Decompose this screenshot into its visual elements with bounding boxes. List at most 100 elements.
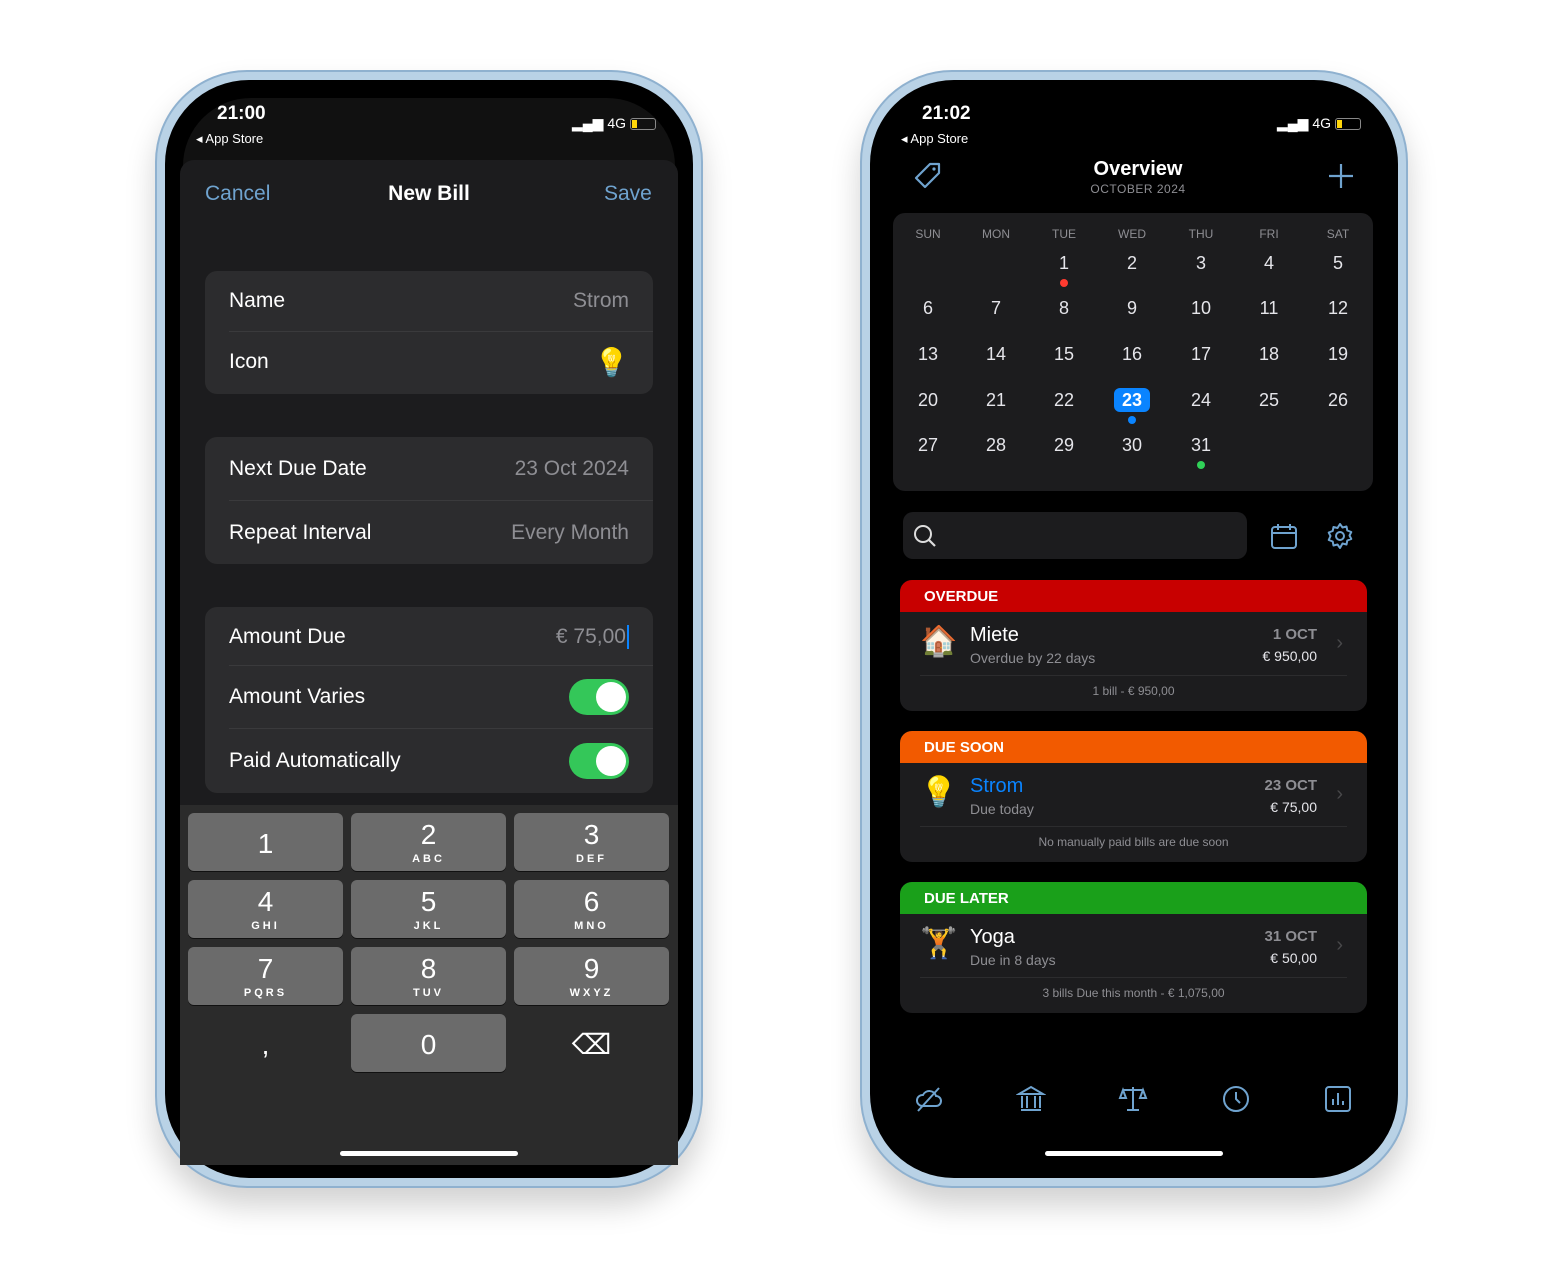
weekday-mon: MON xyxy=(982,227,1010,241)
home-indicator xyxy=(340,1151,518,1156)
next-due-date-field[interactable]: Next Due Date 23 Oct 2024 xyxy=(229,439,629,499)
label: Next Due Date xyxy=(229,457,367,480)
calendar-day[interactable]: 12 xyxy=(1318,298,1358,319)
calendar-day[interactable]: 4 xyxy=(1249,253,1289,274)
calendar-day[interactable]: 5 xyxy=(1318,253,1358,274)
calendar-day[interactable]: 18 xyxy=(1249,344,1289,365)
calendar-day[interactable]: 8 xyxy=(1044,298,1084,319)
calendar-day[interactable]: 28 xyxy=(976,435,1016,456)
no-cloud-icon[interactable] xyxy=(914,1084,944,1114)
key-4[interactable]: 5 JKL xyxy=(351,880,506,938)
repeat-interval-field[interactable]: Repeat Interval Every Month xyxy=(229,503,629,563)
calendar-day[interactable]: 27 xyxy=(908,435,948,456)
key-0[interactable]: 1 xyxy=(188,813,343,871)
key-7[interactable]: 8 TUV xyxy=(351,947,506,1005)
calendar-day[interactable]: 29 xyxy=(1044,435,1084,456)
calendar-day[interactable]: 23 xyxy=(1114,388,1150,412)
paid-automatically-toggle[interactable] xyxy=(569,743,629,779)
calendar-day[interactable]: 11 xyxy=(1249,298,1289,319)
bill-status: Due today xyxy=(970,801,1034,817)
calendar-day[interactable]: 26 xyxy=(1318,390,1358,411)
amount-due-field[interactable]: Amount Due € 75,00 xyxy=(229,607,629,667)
key-digit: 6 xyxy=(583,886,600,917)
search-input[interactable] xyxy=(903,512,1247,559)
plus-icon[interactable] xyxy=(1327,162,1355,190)
key-letters: MNO xyxy=(574,920,609,932)
save-button[interactable]: Save xyxy=(604,182,652,206)
calendar-day[interactable]: 25 xyxy=(1249,390,1289,411)
calendar-day[interactable]: 2 xyxy=(1112,253,1152,274)
divider xyxy=(920,826,1347,827)
calendar-day[interactable]: 14 xyxy=(976,344,1016,365)
section-header: DUE LATER xyxy=(900,882,1367,914)
key-11[interactable]: ⌫ xyxy=(514,1014,669,1072)
key-digit: 3 xyxy=(583,819,600,850)
calendar-day[interactable]: 3 xyxy=(1181,253,1221,274)
amount-input[interactable]: € 75,00 xyxy=(556,625,629,649)
calendar-day[interactable]: 16 xyxy=(1112,344,1152,365)
bill-icon: 🏠 xyxy=(920,625,958,658)
calendar-day[interactable]: 20 xyxy=(908,390,948,411)
name-field[interactable]: Name Strom xyxy=(229,271,629,331)
calendar-day[interactable]: 7 xyxy=(976,298,1016,319)
key-1[interactable]: 2 ABC xyxy=(351,813,506,871)
weekday-wed: WED xyxy=(1118,227,1146,241)
key-10[interactable]: 0 xyxy=(351,1014,506,1072)
section-header: OVERDUE xyxy=(900,580,1367,612)
calendar-day[interactable]: 21 xyxy=(976,390,1016,411)
due-date-value[interactable]: 23 Oct 2024 xyxy=(515,457,629,481)
calendar-day[interactable]: 10 xyxy=(1181,298,1221,319)
schedule-group: Next Due Date 23 Oct 2024 Repeat Interval… xyxy=(205,437,653,564)
calendar-day[interactable]: 1 xyxy=(1044,253,1084,274)
amount-varies-toggle[interactable] xyxy=(569,679,629,715)
calendar-day[interactable]: 24 xyxy=(1181,390,1221,411)
key-2[interactable]: 3 DEF xyxy=(514,813,669,871)
gear-icon[interactable] xyxy=(1325,521,1355,551)
key-9[interactable]: , xyxy=(188,1014,343,1072)
chart-icon[interactable] xyxy=(1323,1084,1353,1114)
page-title: New Bill xyxy=(388,182,470,205)
calendar-day[interactable]: 31 xyxy=(1181,435,1221,456)
scales-icon[interactable] xyxy=(1118,1084,1148,1114)
key-5[interactable]: 6 MNO xyxy=(514,880,669,938)
page-title: Overview xyxy=(1093,158,1183,180)
calendar-day[interactable]: 17 xyxy=(1181,344,1221,365)
calendar-day[interactable]: 30 xyxy=(1112,435,1152,456)
clock-icon[interactable] xyxy=(1221,1084,1251,1114)
calendar-day[interactable]: 9 xyxy=(1112,298,1152,319)
key-letters: JKL xyxy=(413,920,444,932)
key-digit: 9 xyxy=(583,953,600,984)
icon-field[interactable]: Icon 💡 xyxy=(229,332,629,392)
key-8[interactable]: 9 WXYZ xyxy=(514,947,669,1005)
key-letters: PQRS xyxy=(243,987,288,999)
calendar-icon[interactable] xyxy=(1270,522,1298,550)
repeat-value[interactable]: Every Month xyxy=(511,521,629,545)
label: Icon xyxy=(229,350,269,373)
calendar-day[interactable]: 22 xyxy=(1044,390,1084,411)
key-6[interactable]: 7 PQRS xyxy=(188,947,343,1005)
label: Amount Varies xyxy=(229,685,366,708)
weekday-sun: SUN xyxy=(915,227,941,241)
calendar-day[interactable]: 13 xyxy=(908,344,948,365)
network-type: 4G xyxy=(607,115,627,131)
calendar-day[interactable]: 19 xyxy=(1318,344,1358,365)
weekday-fri: FRI xyxy=(1259,227,1279,241)
signal-status: ▂▄▆ 4G xyxy=(572,115,656,132)
bank-icon[interactable] xyxy=(1016,1084,1046,1114)
label: Amount Due xyxy=(229,625,346,648)
back-to-app-store[interactable]: ◂ App Store xyxy=(196,131,263,147)
weekday-tue: TUE xyxy=(1052,227,1076,241)
bill-amount: € 50,00 xyxy=(1270,950,1317,966)
chevron-right-icon: › xyxy=(1336,632,1343,654)
status-time: 21:02 xyxy=(922,103,971,124)
network-type: 4G xyxy=(1312,115,1332,131)
back-to-app-store[interactable]: ◂ App Store xyxy=(901,131,968,147)
key-3[interactable]: 4 GHI xyxy=(188,880,343,938)
calendar-day[interactable]: 15 xyxy=(1044,344,1084,365)
bill-marker-dot xyxy=(1197,461,1205,469)
tag-icon[interactable] xyxy=(912,160,944,192)
name-value[interactable]: Strom xyxy=(573,289,629,313)
lightbulb-icon[interactable]: 💡 xyxy=(594,346,629,379)
calendar-day[interactable]: 6 xyxy=(908,298,948,319)
bill-name: Yoga xyxy=(970,926,1015,948)
